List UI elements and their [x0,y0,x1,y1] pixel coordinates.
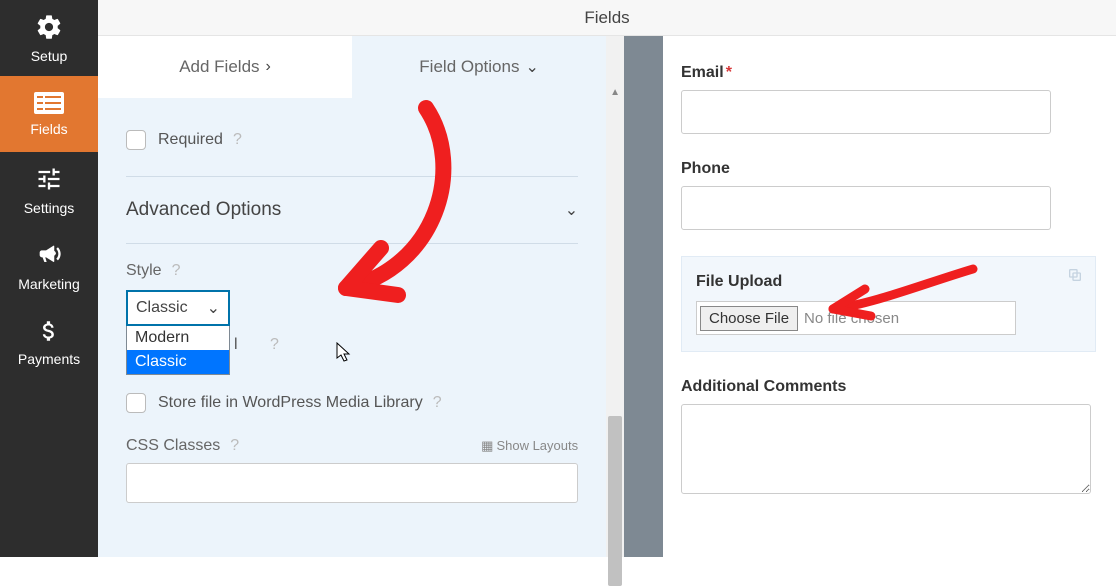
style-label-row: Style ? [126,244,578,290]
choose-file-button[interactable]: Choose File [700,306,798,331]
advanced-options-label: Advanced Options [126,199,281,221]
sidebar-item-label: Marketing [18,276,79,292]
header: Fields [98,0,1116,36]
list-icon [34,92,64,117]
grid-icon: ▦ [481,438,493,453]
tab-label: Field Options [419,57,519,77]
css-classes-input[interactable] [126,463,578,503]
panel-tabs: Add Fields › Field Options ⌄ [98,36,606,98]
comments-field-group: Additional Comments [681,378,1096,499]
sidebar-item-label: Settings [24,200,75,216]
sidebar-item-settings[interactable]: Settings [0,152,98,228]
sidebar-item-marketing[interactable]: Marketing [0,228,98,304]
email-field-group: Email* [681,64,1096,134]
scroll-up-icon[interactable]: ▲ [606,84,624,102]
comments-textarea[interactable] [681,404,1091,494]
sidebar-item-setup[interactable]: Setup [0,0,98,76]
no-file-text: No file chosen [804,310,899,327]
required-checkbox[interactable] [126,130,146,150]
store-file-row: Store file in WordPress Media Library ? [126,381,578,425]
chevron-down-icon: ⌄ [525,57,538,77]
required-row: Required ? [126,118,578,162]
chevron-down-icon: ⌄ [565,200,578,220]
scrollbar-thumb[interactable] [608,416,622,586]
sidebar-item-fields[interactable]: Fields [0,76,98,152]
sliders-icon [35,165,63,196]
comments-label: Additional Comments [681,378,1096,396]
chevron-right-icon: › [266,58,271,76]
store-file-label: Store file in WordPress Media Library [158,394,423,412]
required-asterisk: * [726,64,732,81]
tab-field-options[interactable]: Field Options ⌄ [352,36,606,98]
sidebar-item-label: Fields [30,121,67,137]
form-preview: Email* Phone File Upload Choose File No … [663,36,1116,557]
style-label: Style [126,262,162,280]
page-title: Fields [584,8,629,28]
style-option-classic[interactable]: Classic [127,350,229,374]
bullhorn-icon [35,241,63,272]
gear-icon [35,13,63,44]
sidebar: Setup Fields Settings Marketing Payments [0,0,98,557]
help-icon[interactable]: ? [233,131,242,149]
file-upload-field[interactable]: File Upload Choose File No file chosen [681,256,1096,352]
hidden-label-partial: l [234,336,238,354]
options-scrollbar[interactable]: ▲ [606,36,624,557]
file-input[interactable]: Choose File No file chosen [696,301,1016,335]
sidebar-item-payments[interactable]: Payments [0,304,98,380]
required-label: Required [158,131,223,149]
email-label: Email* [681,64,1096,82]
style-select[interactable]: Classic ⌄ [126,290,230,326]
duplicate-icon[interactable] [1067,267,1083,288]
chevron-down-icon: ⌄ [207,298,220,318]
sidebar-item-label: Setup [31,48,68,64]
phone-field-group: Phone [681,160,1096,230]
dollar-icon [36,318,62,347]
phone-label: Phone [681,160,1096,178]
help-icon[interactable]: ? [230,437,239,455]
css-classes-label: CSS Classes [126,437,220,455]
style-option-modern[interactable]: Modern [127,326,229,350]
phone-input[interactable] [681,186,1051,230]
sidebar-item-label: Payments [18,351,80,367]
help-icon[interactable]: ? [172,262,181,280]
advanced-options-toggle[interactable]: Advanced Options ⌄ [126,176,578,244]
store-file-checkbox[interactable] [126,393,146,413]
style-dropdown: Modern Classic [126,326,230,375]
style-selected-value: Classic [136,299,188,317]
tab-add-fields[interactable]: Add Fields › [98,36,352,98]
tab-label: Add Fields [179,57,259,77]
email-input[interactable] [681,90,1051,134]
help-icon[interactable]: ? [270,336,279,354]
options-panel: Add Fields › Field Options ⌄ Required ? … [98,0,606,557]
show-layouts-link[interactable]: ▦Show Layouts [481,438,578,454]
help-icon[interactable]: ? [433,394,442,412]
file-upload-label: File Upload [696,273,1081,291]
panel-divider [624,36,663,557]
